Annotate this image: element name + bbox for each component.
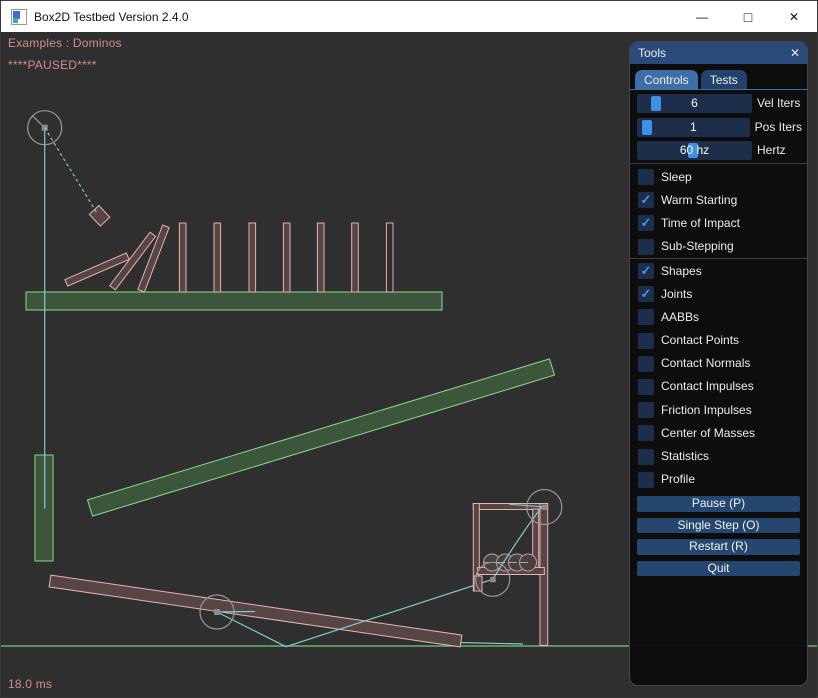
checkbox-label: Center of Masses [661,425,755,442]
quit-button[interactable]: Quit [637,561,800,577]
separator [630,258,807,259]
checkbox-label: Shapes [661,263,702,280]
checkbox-row-joints: ✓ Joints [638,286,803,303]
checkbox-contact-normals[interactable] [638,356,654,372]
slider-vel-iters[interactable]: 6 [637,94,752,113]
joint-line-dashed [45,128,98,215]
checkbox-warm-starting[interactable]: ✓ [638,192,654,208]
example-label: Examples : Dominos [8,36,122,50]
checkbox-profile[interactable] [638,472,654,488]
app-window: Box2D Testbed Version 2.4.0 — □ ✕ [0,0,818,698]
slider-value: 60 hz [637,141,752,160]
checkbox-shapes[interactable]: ✓ [638,263,654,279]
frame-time: 18.0 ms [8,677,52,691]
joint-line-ground [459,643,523,645]
minimize-button[interactable]: — [679,1,725,32]
checkbox-center-of-masses[interactable] [638,425,654,441]
checkbox-label: Sleep [661,169,692,186]
slider-pos-iters[interactable]: 1 [637,118,750,137]
domino-shelf [26,292,442,310]
checkbox-row-time-of-impact: ✓ Time of Impact [638,215,803,232]
vertical-post [35,455,53,561]
checkbox-friction-impulses[interactable] [638,402,654,418]
tools-panel-titlebar[interactable]: Tools ✕ [630,42,807,64]
checkbox-row-center-of-masses: Center of Masses [638,425,803,442]
checkbox-label: Contact Normals [661,355,750,372]
checkbox-sub-stepping[interactable] [638,239,654,255]
slider-value: 6 [637,94,752,113]
domino-7[interactable] [386,223,393,292]
checkbox-row-aabbs: AABBs [638,309,803,326]
window-title: Box2D Testbed Version 2.4.0 [34,10,189,24]
slider-label: Pos Iters [755,118,802,137]
angled-ramp [88,359,555,516]
slider-hertz[interactable]: 60 hz [637,141,752,160]
checkbox-aabbs[interactable] [638,309,654,325]
domino-6[interactable] [352,223,359,292]
checkbox-row-shapes: ✓ Shapes [638,263,803,280]
paused-status: ****PAUSED**** [8,58,97,72]
checkbox-label: Profile [661,471,695,488]
single-step-o-button[interactable]: Single Step (O) [637,518,800,534]
slider-label: Vel Iters [757,94,800,113]
checkbox-label: Warm Starting [661,192,737,209]
checkbox-time-of-impact[interactable]: ✓ [638,215,654,231]
checkbox-label: Friction Impulses [661,402,752,419]
checkbox-row-contact-normals: Contact Normals [638,355,803,372]
checkbox-row-sleep: Sleep [638,169,803,186]
tools-tabbar: ControlsTests [635,70,747,90]
checkbox-label: AABBs [661,309,699,326]
frame-structure[interactable] [473,504,547,646]
checkbox-row-friction-impulses: Friction Impulses [638,402,803,419]
slider-group: 6 Vel Iters 1 Pos Iters60 hz Hertz [637,94,802,165]
checkbox-row-warm-starting: ✓ Warm Starting [638,192,803,209]
panel-button-group: Pause (P) Single Step (O) Restart (R) Quit [637,496,800,582]
tools-panel: Tools ✕ ControlsTests 6 Vel Iters 1 Pos Ite… [629,41,808,686]
checkbox-row-statistics: Statistics [638,448,803,465]
checkbox-contact-points[interactable] [638,333,654,349]
tab-controls[interactable]: Controls [635,70,698,90]
checkbox-sleep[interactable] [638,169,654,185]
standing-dominoes[interactable] [179,223,393,292]
checkbox-contact-impulses[interactable] [638,379,654,395]
tab-tests[interactable]: Tests [701,70,747,90]
titlebar: Box2D Testbed Version 2.4.0 — □ ✕ [1,1,817,32]
slider-label: Hertz [757,141,786,160]
tools-panel-title: Tools [638,46,666,60]
checkbox-row-profile: Profile [638,471,803,488]
checkbox-label: Contact Points [661,332,739,349]
slider-row-vel-iters: 6 Vel Iters [637,94,802,113]
seesaw-plank[interactable] [49,575,462,647]
domino-4[interactable] [283,223,290,292]
domino-5[interactable] [317,223,324,292]
close-button[interactable]: ✕ [771,1,817,32]
domino-1[interactable] [179,223,186,292]
slider-row-pos-iters: 1 Pos Iters [637,118,802,137]
domino-2[interactable] [214,223,221,292]
draw-checkbox-group: ✓ Shapes ✓ Joints AABBs Contact Points Contact… [638,263,803,495]
checkbox-statistics[interactable] [638,449,654,465]
slider-value: 1 [637,118,750,137]
checkbox-label: Statistics [661,448,709,465]
separator [630,163,807,164]
checkbox-row-contact-points: Contact Points [638,332,803,349]
slider-row-hertz: 60 hz Hertz [637,141,802,160]
app-icon [11,9,27,25]
checkbox-joints[interactable]: ✓ [638,286,654,302]
checkbox-label: Sub-Stepping [661,238,734,255]
sim-checkbox-group: Sleep ✓ Warm Starting ✓ Time of Impact Sub-St… [638,169,803,262]
checkbox-row-sub-stepping: Sub-Stepping [638,238,803,255]
checkbox-label: Contact Impulses [661,378,754,395]
checkbox-row-contact-impulses: Contact Impulses [638,378,803,395]
maximize-button[interactable]: □ [725,1,771,32]
restart-r-button[interactable]: Restart (R) [637,539,800,555]
domino-3[interactable] [249,223,256,292]
checkbox-label: Time of Impact [661,215,740,232]
fallen-dominoes[interactable] [65,225,169,292]
checkbox-label: Joints [661,286,692,303]
pause-p-button[interactable]: Pause (P) [637,496,800,512]
tab-underline [630,89,807,90]
swinging-box[interactable] [89,206,109,227]
panel-close-icon[interactable]: ✕ [790,42,800,64]
